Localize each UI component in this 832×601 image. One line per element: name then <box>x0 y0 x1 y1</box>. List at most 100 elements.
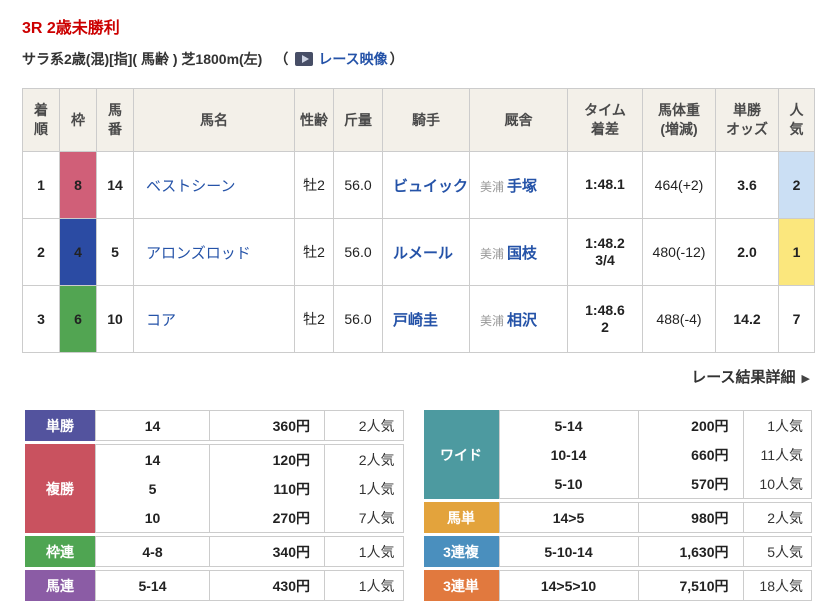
finish-position: 3 <box>22 285 60 353</box>
win-odds: 3.6 <box>715 151 779 219</box>
horse-number: 5 <box>96 218 134 286</box>
payout-popularity: 1人気 <box>324 571 403 600</box>
payout-popularity: 2人気 <box>742 503 811 532</box>
race-result-detail-link[interactable]: レース結果詳細 ▶ <box>691 369 810 386</box>
bet-type-label: 馬単 <box>423 502 499 533</box>
payout-group-quinella: 馬連 5-14 430円 1人気 <box>25 570 404 601</box>
body-weight: 488(-4) <box>642 285 716 353</box>
bet-type-label: 3連単 <box>423 570 499 601</box>
detail-link-row: レース結果詳細 ▶ <box>22 366 814 387</box>
horse-number: 10 <box>96 285 134 353</box>
video-play-icon <box>295 52 314 66</box>
payout-amount: 980円 <box>637 503 743 532</box>
jockey-link[interactable]: ルメール <box>393 245 453 262</box>
header-stable: 厩舎 <box>469 88 568 152</box>
time-margin: 1:48.2 3/4 <box>567 218 643 286</box>
bet-type-label: ワイド <box>423 410 499 499</box>
stable-cell: 美浦 相沢 <box>469 285 568 353</box>
bet-type-label: 枠連 <box>25 536 95 567</box>
payout-popularity: 11人気 <box>742 440 811 469</box>
payout-selection: 10-14 <box>550 446 587 463</box>
payout-group-place: 複勝 14 120円 2人気 5 110円 1人気 10 270円 7人気 <box>25 444 404 533</box>
payout-popularity: 18人気 <box>742 571 811 600</box>
payout-row: 5-14 200円 1人気 <box>500 411 811 440</box>
payout-row: 10 270円 7人気 <box>96 503 403 532</box>
frame-number: 4 <box>59 218 97 286</box>
race-video-link[interactable]: レース映像 <box>318 49 387 69</box>
payout-row: 5-10 570円 10人気 <box>500 469 811 498</box>
payout-amount: 110円 <box>209 474 324 503</box>
payout-amount: 7,510円 <box>637 571 743 600</box>
time-margin: 1:48.6 2 <box>567 285 643 353</box>
payout-table-left: 単勝 14 360円 2人気 複勝 14 120円 2人気 5 110円 1人気… <box>25 410 404 601</box>
payout-row: 14 360円 2人気 <box>96 411 403 440</box>
payout-popularity: 2人気 <box>324 445 403 474</box>
payout-selection: 5-14 <box>554 417 583 434</box>
bet-type-label: 3連複 <box>423 536 499 567</box>
stable-region: 美浦 <box>480 313 505 328</box>
payout-amount: 340円 <box>209 537 324 566</box>
jockey-cell: ルメール <box>382 218 470 286</box>
payout-row: 14>5>10 7,510円 18人気 <box>500 571 811 600</box>
result-row-1: 1 8 14 ベストシーン 牡2 56.0 ビュイック 美浦 手塚 1:48.1 … <box>22 151 815 219</box>
payout-group-trio: 3連複 5-10-14 1,630円 5人気 <box>423 536 812 567</box>
payout-popularity: 1人気 <box>742 411 811 440</box>
payout-selection: 10 <box>144 509 161 526</box>
paren-close: ） <box>389 51 404 67</box>
payout-popularity: 5人気 <box>742 537 811 566</box>
header-body-weight: 馬体重 (増減) <box>642 88 716 152</box>
bet-type-label: 単勝 <box>25 410 95 441</box>
jockey-link[interactable]: ビュイック <box>393 178 468 195</box>
time-margin: 1:48.1 <box>567 151 643 219</box>
body-weight: 464(+2) <box>642 151 716 219</box>
header-frame: 枠 <box>59 88 97 152</box>
header-time-margin: タイム 着差 <box>567 88 643 152</box>
payout-amount: 430円 <box>209 571 324 600</box>
body-weight: 480(-12) <box>642 218 716 286</box>
payout-group-exacta: 馬単 14>5 980円 2人気 <box>423 502 812 533</box>
header-horse-name: 馬名 <box>133 88 295 152</box>
finish-position: 1 <box>22 151 60 219</box>
payout-selection: 4-8 <box>142 543 163 560</box>
payout-amount: 200円 <box>637 411 743 440</box>
jockey-link[interactable]: 戸崎圭 <box>393 312 438 329</box>
payout-row: 5 110円 1人気 <box>96 474 403 503</box>
popularity: 7 <box>778 285 815 353</box>
payout-selection: 14>5 <box>552 509 585 526</box>
payout-amount: 120円 <box>209 445 324 474</box>
payout-table-right: ワイド 5-14 200円 1人気 10-14 660円 11人気 5-10 5 <box>423 410 812 601</box>
horse-name-link[interactable]: コア <box>146 312 176 329</box>
payout-selection: 5-14 <box>138 577 167 594</box>
payout-selection: 5-10-14 <box>544 543 593 560</box>
race-result-page: 3R 2歳未勝利 サラ系2歳(混)[指]( 馬齢 ) 芝1800m(左) （ レ… <box>0 0 832 601</box>
arrow-right-icon: ▶ <box>801 373 810 385</box>
header-finish: 着順 <box>22 88 60 152</box>
header-jockey: 騎手 <box>382 88 470 152</box>
horse-name-link[interactable]: アロンズロッド <box>146 245 251 262</box>
horse-name-link[interactable]: ベストシーン <box>146 178 236 195</box>
payout-row: 5-10-14 1,630円 5人気 <box>500 537 811 566</box>
trainer-link[interactable]: 手塚 <box>507 178 537 195</box>
payout-group-bracket-quinella: 枠連 4-8 340円 1人気 <box>25 536 404 567</box>
race-title: 3R 2歳未勝利 <box>22 20 120 37</box>
win-odds: 2.0 <box>715 218 779 286</box>
header-sex-age: 性齢 <box>294 88 334 152</box>
trainer-link[interactable]: 国枝 <box>507 245 537 262</box>
payout-popularity: 1人気 <box>324 474 403 503</box>
horse-name-cell: アロンズロッド <box>133 218 295 286</box>
bet-type-label: 馬連 <box>25 570 95 601</box>
payout-selection: 5 <box>148 480 157 497</box>
payout-row: 4-8 340円 1人気 <box>96 537 403 566</box>
stable-cell: 美浦 国枝 <box>469 218 568 286</box>
weight-carried: 56.0 <box>333 218 383 286</box>
trainer-link[interactable]: 相沢 <box>507 312 537 329</box>
weight-carried: 56.0 <box>333 151 383 219</box>
payout-row: 14>5 980円 2人気 <box>500 503 811 532</box>
payout-amount: 660円 <box>637 440 743 469</box>
race-results-table: 着順 枠 馬番 馬名 性齢 斤量 騎手 厩舎 タイム 着差 馬体重 (増減) 単勝オ… <box>22 88 815 353</box>
payout-row: 5-14 430円 1人気 <box>96 571 403 600</box>
payout-popularity: 10人気 <box>742 469 811 498</box>
payout-amount: 570円 <box>637 469 743 498</box>
header-weight-carried: 斤量 <box>333 88 383 152</box>
stable-region: 美浦 <box>480 246 505 261</box>
